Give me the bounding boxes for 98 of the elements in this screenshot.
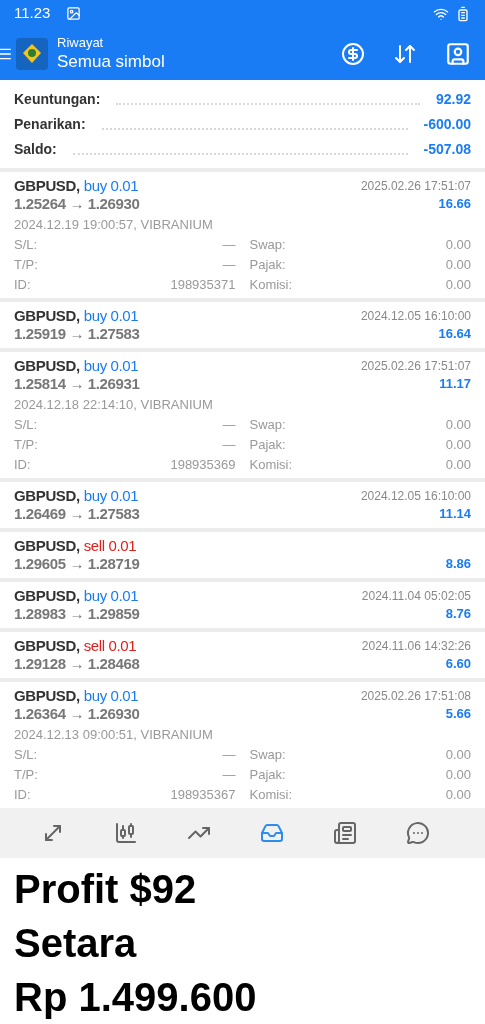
close-time-text: 2024.12.05 16:10:00 bbox=[360, 488, 471, 505]
profit-text: 5.66 bbox=[445, 705, 471, 723]
detail-value: 0.00 bbox=[445, 256, 471, 274]
close-time-text: 2024.12.05 16:10:00 bbox=[360, 308, 471, 325]
detail-value: — bbox=[222, 766, 236, 784]
detail-label: T/P: bbox=[14, 436, 38, 454]
detail-label: ID: bbox=[14, 276, 31, 294]
detail-value: — bbox=[222, 436, 236, 454]
symbol-text: GBPUSD, bbox=[14, 357, 80, 375]
detail-label: Komisi: bbox=[249, 786, 293, 804]
image-icon bbox=[66, 6, 82, 21]
summary-label: Penarikan: bbox=[14, 115, 86, 134]
detail-value: 198935369 bbox=[170, 456, 236, 474]
price-text: 1.29605 → 1.28719 bbox=[14, 555, 140, 573]
detail-label: ID: bbox=[14, 456, 31, 474]
inbox-icon[interactable] bbox=[260, 821, 285, 845]
open-info-text: 2024.12.13 09:00:51, VIBRANIUM bbox=[14, 726, 214, 744]
profit-text: 16.66 bbox=[438, 195, 471, 213]
detail-value: 198935367 bbox=[170, 786, 236, 804]
order-text: buy 0.01 bbox=[83, 487, 139, 505]
summary-value: -507.08 bbox=[423, 140, 471, 159]
order-text: sell 0.01 bbox=[83, 537, 137, 555]
price-text: 1.29128 → 1.28468 bbox=[14, 655, 140, 673]
battery-icon bbox=[455, 5, 471, 22]
screen-subtitle: Semua simbol bbox=[57, 50, 166, 73]
detail-value: 0.00 bbox=[445, 416, 471, 434]
symbol-text: GBPUSD, bbox=[14, 307, 80, 325]
symbol-text: GBPUSD, bbox=[14, 487, 80, 505]
screen-title: Riwayat bbox=[57, 34, 105, 51]
price-text: 1.28983 → 1.29859 bbox=[14, 605, 140, 623]
symbol-text: GBPUSD, bbox=[14, 637, 80, 655]
detail-label: S/L: bbox=[14, 236, 38, 254]
close-time-text: 2025.02.26 17:51:07 bbox=[360, 358, 471, 375]
newspaper-icon[interactable] bbox=[333, 821, 358, 845]
trade-row[interactable]: GBPUSD, buy 0.01 1.26364 → 1.26930 2025.02.26 17:51:08 5.66 2024.12.13 09:00:51, VIBRANIUM S/L: — Swap: 0.00 T/P: — Pajak: 0.00 ID: 198935367 Komisi: 0.00 bbox=[0, 682, 485, 808]
detail-label: Swap: bbox=[249, 236, 286, 254]
summary-value: -600.00 bbox=[423, 115, 471, 134]
order-text: buy 0.01 bbox=[83, 307, 139, 325]
caption-text: Rp 1.499.600 bbox=[14, 974, 258, 1021]
detail-value: 198935371 bbox=[170, 276, 236, 294]
order-text: buy 0.01 bbox=[83, 177, 139, 195]
detail-label: Pajak: bbox=[249, 436, 286, 454]
detail-value: — bbox=[222, 236, 236, 254]
app-logo-icon bbox=[16, 37, 48, 70]
status-time: 11.23 bbox=[14, 3, 51, 24]
profit-text: 11.14 bbox=[439, 505, 471, 523]
price-text: 1.26364 → 1.26930 bbox=[14, 705, 140, 723]
profit-text: 6.60 bbox=[445, 655, 471, 673]
summary-label: Keuntungan: bbox=[14, 90, 101, 109]
detail-label: Swap: bbox=[249, 746, 286, 764]
detail-value: 0.00 bbox=[445, 276, 471, 294]
candlestick-icon[interactable] bbox=[113, 821, 138, 845]
order-text: sell 0.01 bbox=[83, 637, 137, 655]
detail-value: 0.00 bbox=[445, 456, 471, 474]
profit-text: 8.86 bbox=[445, 555, 471, 573]
caption-text: Setara bbox=[14, 920, 138, 967]
detail-label: T/P: bbox=[14, 766, 38, 784]
close-time-text: 2024.11.04 05:02:05 bbox=[361, 588, 471, 605]
order-text: buy 0.01 bbox=[83, 357, 139, 375]
price-text: 1.25814 → 1.26931 bbox=[14, 375, 140, 393]
chat-bubble-icon[interactable] bbox=[406, 821, 431, 845]
order-text: buy 0.01 bbox=[83, 687, 139, 705]
price-text: 1.25919 → 1.27583 bbox=[14, 325, 140, 343]
summary-label: Saldo: bbox=[14, 140, 57, 159]
summary-value: 92.92 bbox=[435, 90, 471, 109]
detail-label: Komisi: bbox=[249, 456, 293, 474]
profit-text: 8.76 bbox=[445, 605, 471, 623]
detail-value: 0.00 bbox=[445, 236, 471, 254]
profit-text: 16.64 bbox=[438, 325, 471, 343]
detail-label: S/L: bbox=[14, 416, 38, 434]
close-time-text: 2024.11.06 14:32:26 bbox=[361, 638, 471, 655]
detail-label: ID: bbox=[14, 786, 31, 804]
detail-label: T/P: bbox=[14, 256, 38, 274]
close-time-text: 2025.02.26 17:51:07 bbox=[360, 178, 471, 195]
detail-value: — bbox=[222, 746, 236, 764]
detail-value: — bbox=[222, 256, 236, 274]
detail-value: 0.00 bbox=[445, 786, 471, 804]
detail-value: — bbox=[222, 416, 236, 434]
price-text: 1.25264 → 1.26930 bbox=[14, 195, 140, 213]
close-time-text: 2025.02.26 17:51:08 bbox=[360, 688, 471, 705]
caption-text: Profit $92 bbox=[14, 866, 198, 913]
detail-label: Komisi: bbox=[249, 276, 293, 294]
symbol-text: GBPUSD, bbox=[14, 177, 80, 195]
order-text: buy 0.01 bbox=[83, 587, 139, 605]
detail-label: Swap: bbox=[249, 416, 286, 434]
profit-text: 11.17 bbox=[439, 375, 471, 393]
symbol-text: GBPUSD, bbox=[14, 587, 80, 605]
detail-label: Pajak: bbox=[249, 766, 286, 784]
symbol-text: GBPUSD, bbox=[14, 537, 80, 555]
detail-value: 0.00 bbox=[445, 436, 471, 454]
price-text: 1.26469 → 1.27583 bbox=[14, 505, 140, 523]
detail-label: S/L: bbox=[14, 746, 38, 764]
open-info-text: 2024.12.19 19:00:57, VIBRANIUM bbox=[14, 216, 214, 234]
detail-value: 0.00 bbox=[445, 766, 471, 784]
detail-label: Pajak: bbox=[249, 256, 286, 274]
symbol-text: GBPUSD, bbox=[14, 687, 80, 705]
detail-value: 0.00 bbox=[445, 746, 471, 764]
open-info-text: 2024.12.18 22:14:10, VIBRANIUM bbox=[14, 396, 214, 414]
